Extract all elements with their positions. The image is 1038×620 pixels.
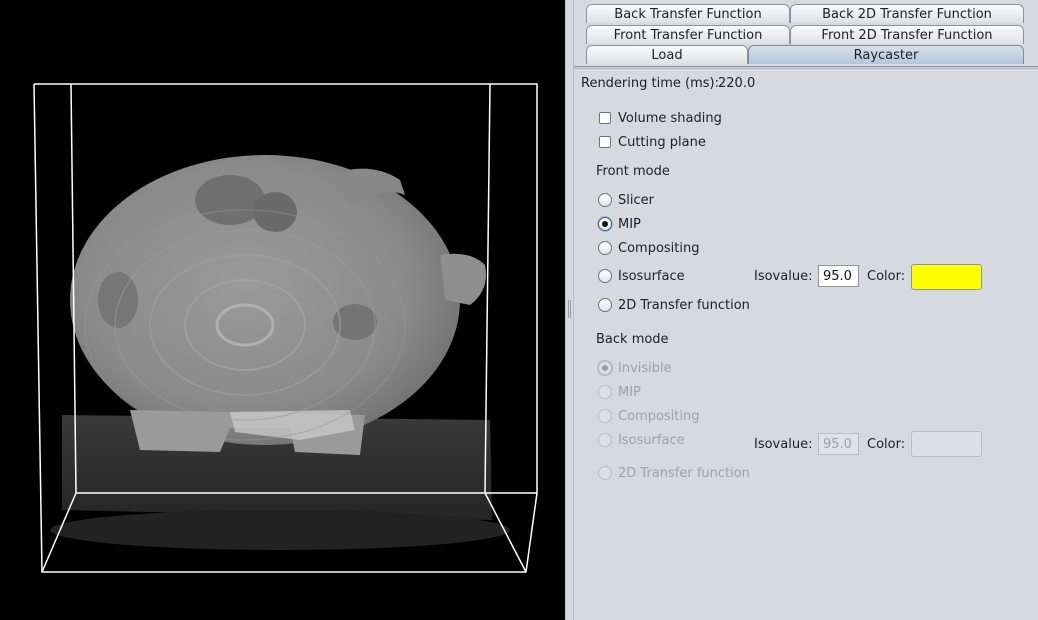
front-isosurface-label: Isosurface <box>618 269 685 284</box>
back-color-label: Color: <box>867 437 906 452</box>
back-isosurface-label: Isosurface <box>618 433 685 448</box>
volume-render <box>33 83 538 573</box>
tab-back-transfer-function[interactable]: Back Transfer Function <box>586 4 790 23</box>
tab-raycaster[interactable]: Raycaster <box>748 45 1024 64</box>
back-invisible-radio <box>598 361 612 375</box>
panel-splitter[interactable] <box>565 0 574 620</box>
control-panel: Back Transfer Function Back 2D Transfer … <box>574 0 1038 620</box>
back-2d-tf-label: 2D Transfer function <box>618 466 750 481</box>
back-compositing-radio <box>598 409 612 423</box>
back-isosurface-radio <box>598 433 612 447</box>
render-viewport[interactable] <box>0 0 565 620</box>
front-mip-radio[interactable] <box>598 217 612 231</box>
cutting-plane-checkbox[interactable] <box>599 136 611 148</box>
piggy-bank-volume <box>70 155 486 455</box>
back-compositing-label: Compositing <box>618 409 700 424</box>
front-slicer-radio[interactable] <box>598 193 612 207</box>
front-2d-tf-radio[interactable] <box>598 298 612 312</box>
front-color-label: Color: <box>867 269 906 284</box>
tab-back-2d-transfer-function[interactable]: Back 2D Transfer Function <box>790 4 1024 23</box>
volume-shading-checkbox[interactable] <box>599 112 611 124</box>
front-compositing-label: Compositing <box>618 241 700 256</box>
front-2d-tf-label: 2D Transfer function <box>618 298 750 313</box>
front-mip-label: MIP <box>618 217 641 232</box>
back-mode-heading: Back mode <box>596 332 669 347</box>
back-color-swatch <box>911 431 982 457</box>
tab-front-2d-transfer-function[interactable]: Front 2D Transfer Function <box>790 25 1024 44</box>
front-mode-heading: Front mode <box>596 164 670 179</box>
back-invisible-label: Invisible <box>618 361 672 376</box>
tab-front-transfer-function[interactable]: Front Transfer Function <box>586 25 790 44</box>
rendering-time-label: Rendering time (ms): <box>581 76 719 91</box>
rendering-time-value: 220.0 <box>718 76 756 91</box>
back-isovalue-input <box>818 433 859 455</box>
front-slicer-label: Slicer <box>618 193 654 208</box>
back-isovalue-label: Isovalue: <box>754 437 813 452</box>
front-isovalue-label: Isovalue: <box>754 269 813 284</box>
tab-content-border <box>574 66 1038 69</box>
volume-shading-label: Volume shading <box>618 111 722 126</box>
front-isosurface-radio[interactable] <box>598 269 612 283</box>
tab-load[interactable]: Load <box>586 45 748 64</box>
splitter-grip <box>568 300 571 318</box>
back-mip-radio <box>598 385 612 399</box>
front-isovalue-input[interactable] <box>818 265 859 287</box>
back-2d-tf-radio <box>598 466 612 480</box>
front-compositing-radio[interactable] <box>598 241 612 255</box>
back-mip-label: MIP <box>618 385 641 400</box>
front-color-swatch[interactable] <box>911 264 982 290</box>
cutting-plane-label: Cutting plane <box>618 135 706 150</box>
